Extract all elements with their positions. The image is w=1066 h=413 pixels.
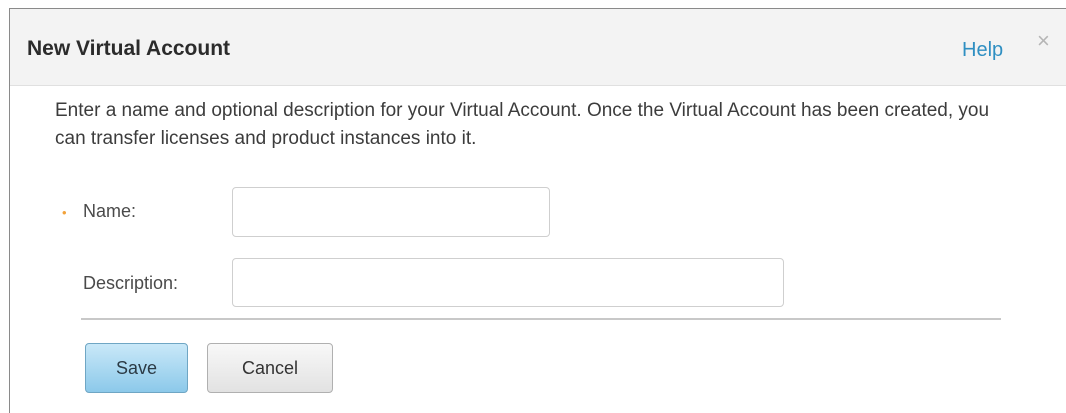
- new-virtual-account-dialog: New Virtual Account Help × Enter a name …: [9, 8, 1066, 413]
- dialog-instructions: Enter a name and optional description fo…: [55, 100, 990, 149]
- description-input[interactable]: [232, 258, 784, 307]
- help-link[interactable]: Help: [962, 39, 1003, 62]
- name-label: Name:: [83, 201, 137, 221]
- save-button[interactable]: Save: [85, 343, 188, 393]
- name-input[interactable]: [232, 187, 550, 237]
- dialog-title: New Virtual Account: [27, 37, 231, 60]
- description-label: Description:: [83, 273, 179, 293]
- required-marker: •: [62, 205, 67, 220]
- form-divider: [81, 318, 1001, 320]
- cancel-button[interactable]: Cancel: [207, 343, 333, 393]
- dialog-header: New Virtual Account Help ×: [10, 9, 1066, 86]
- close-icon[interactable]: ×: [1037, 30, 1050, 52]
